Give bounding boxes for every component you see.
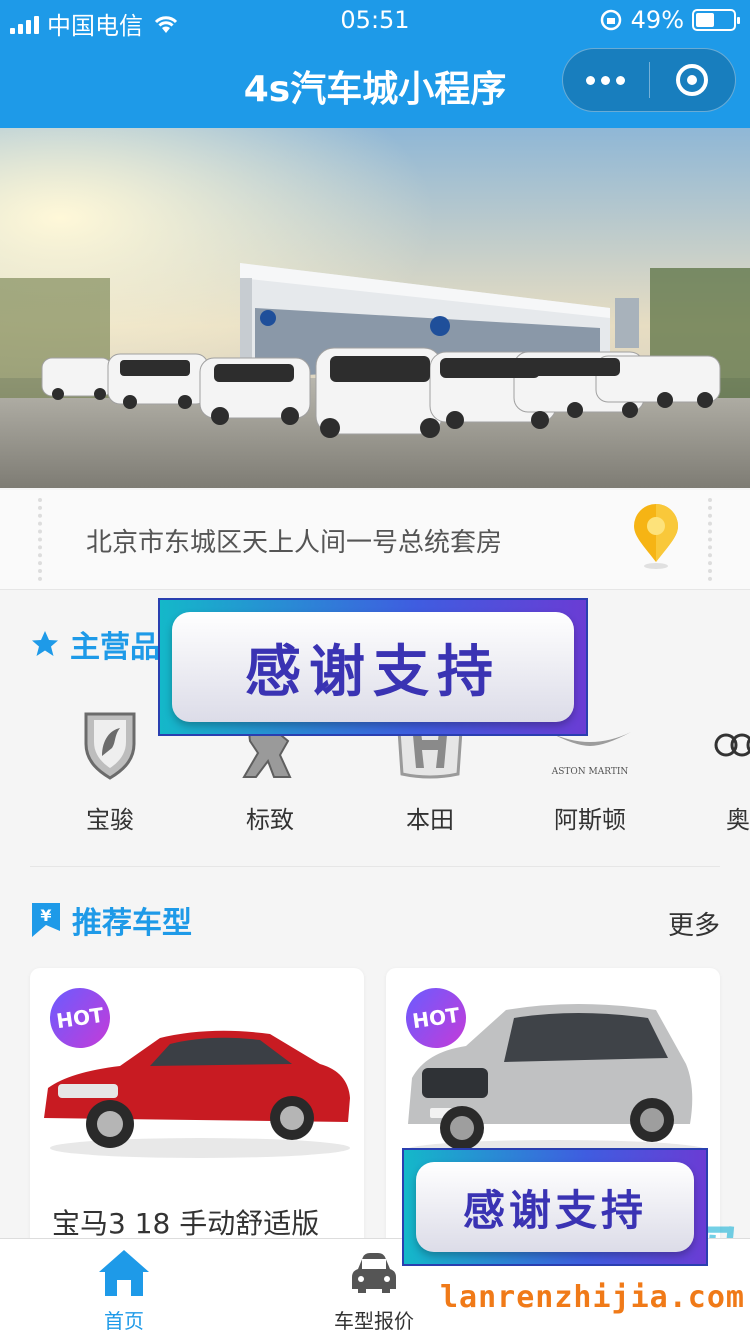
car-icon xyxy=(352,1253,396,1293)
brand-name: 标致 xyxy=(246,806,294,834)
brand-name: 宝骏 xyxy=(86,806,134,834)
car-name: 宝马3 18 手动舒适版 xyxy=(52,1207,320,1240)
star-icon xyxy=(32,631,58,656)
audi-logo-icon xyxy=(714,733,750,757)
more-menu-button[interactable] xyxy=(563,75,649,85)
battery-percent: 49% xyxy=(630,6,684,34)
more-link[interactable]: 更多 xyxy=(668,905,720,942)
svg-text:¥: ¥ xyxy=(40,906,51,925)
brands-section-title: 主营品 xyxy=(30,622,160,666)
brand-item-audi[interactable]: 奥 xyxy=(670,700,750,835)
thanks-text: 感谢支持 xyxy=(172,612,574,722)
address-text: 北京市东城区天上人间一号总统套房 xyxy=(86,528,503,558)
mini-program-capsule xyxy=(562,48,736,112)
brand-name: 阿斯顿 xyxy=(554,806,626,834)
brand-name: 本田 xyxy=(406,806,454,834)
location-pin-icon[interactable] xyxy=(630,504,682,570)
address-card[interactable]: 北京市东城区天上人间一号总统套房 xyxy=(0,490,750,590)
yuan-tag-icon: ¥ xyxy=(32,903,60,937)
recommend-section-title: ¥ 推荐车型 xyxy=(30,898,192,942)
divider xyxy=(30,866,720,867)
rotation-lock-icon xyxy=(600,9,621,31)
brand-name: 奥 xyxy=(726,806,750,834)
car-card[interactable]: HOT 宝马3 18 手动舒适版 xyxy=(30,968,364,1268)
thanks-overlay-banner: 感谢支持 xyxy=(402,1148,708,1266)
thanks-overlay-banner: 感谢支持 xyxy=(158,598,588,736)
nav-bar: 4s汽车城小程序 xyxy=(0,40,750,128)
home-icon xyxy=(99,1250,149,1296)
tab-home[interactable]: 首页 xyxy=(24,1247,224,1334)
watermark-domain: lanrenzhijia.com xyxy=(440,1280,745,1315)
svg-text:ASTON MARTIN: ASTON MARTIN xyxy=(551,767,629,777)
tab-label: 首页 xyxy=(104,1309,144,1333)
battery-icon xyxy=(692,9,740,31)
baojun-logo-icon xyxy=(84,712,136,780)
status-bar: 中国电信 05:51 49% xyxy=(0,0,750,40)
thanks-text: 感谢支持 xyxy=(416,1162,694,1252)
close-miniprogram-button[interactable] xyxy=(650,64,736,96)
dealership-banner[interactable] xyxy=(0,128,750,488)
dealership-photo xyxy=(0,128,750,488)
